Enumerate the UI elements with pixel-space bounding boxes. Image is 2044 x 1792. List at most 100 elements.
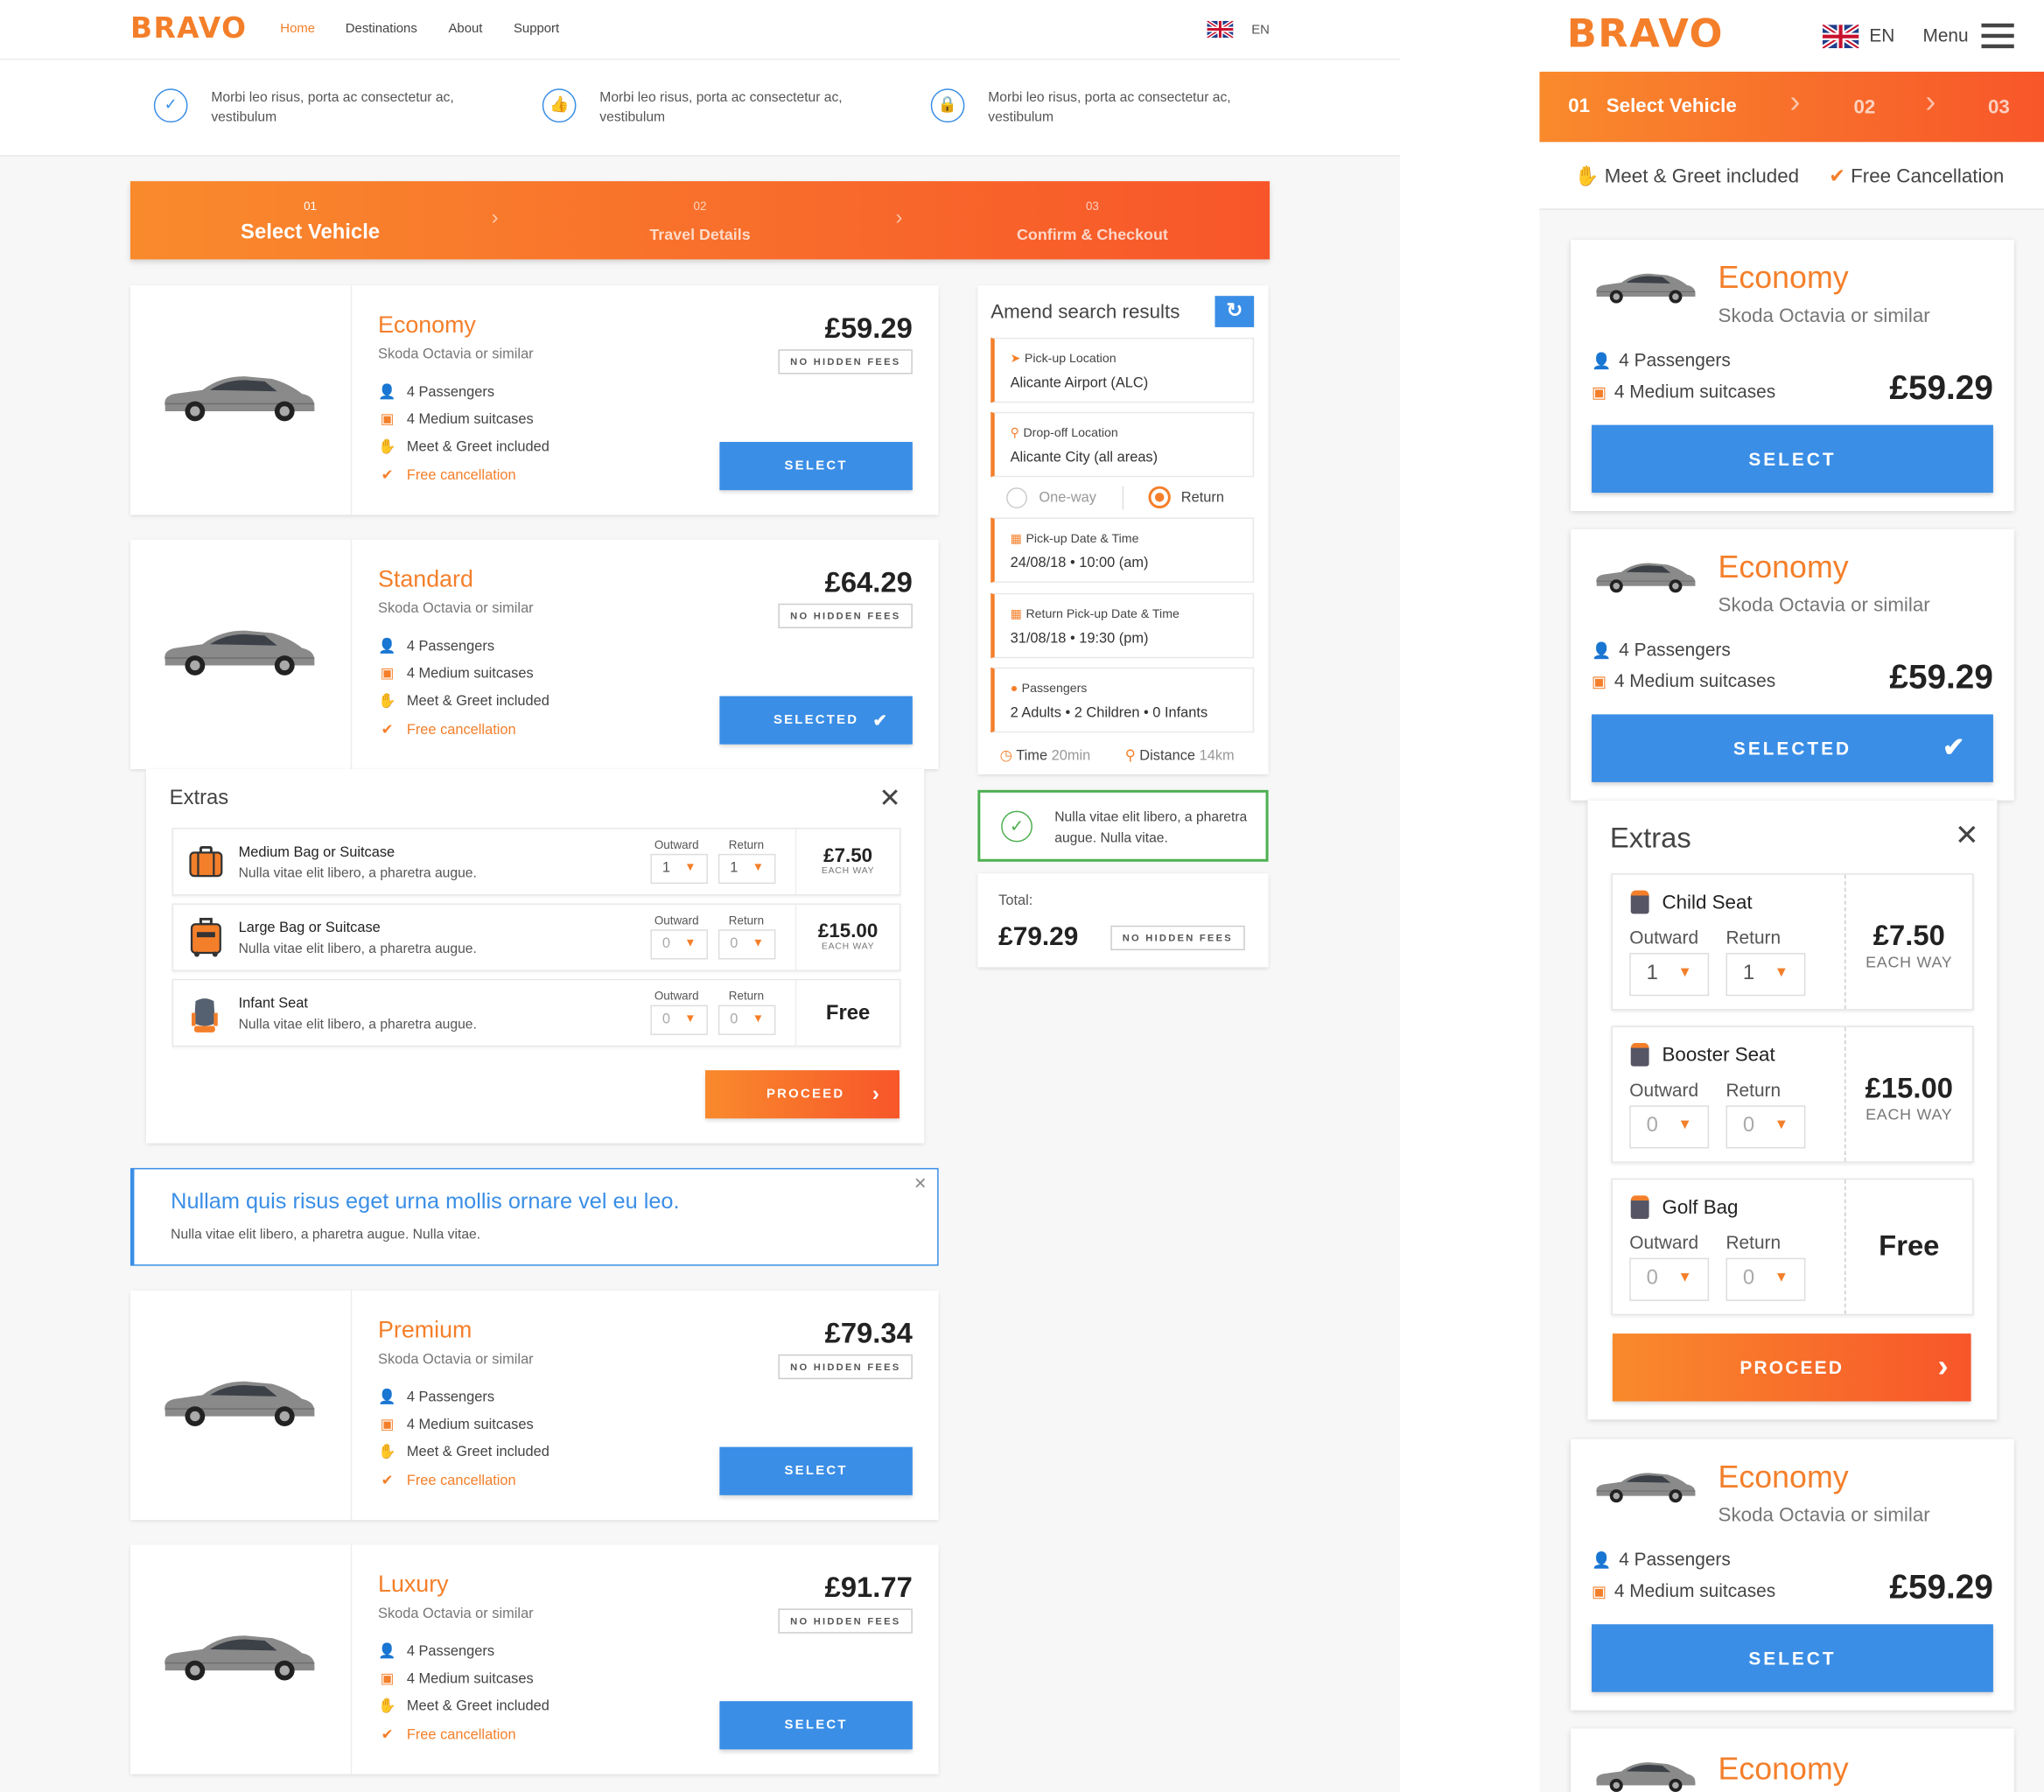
pax-value: 2 Adults • 2 Children • 0 Infants	[1010, 704, 1208, 721]
oneway-radio[interactable]	[1006, 487, 1027, 509]
selected-button[interactable]: SELECTED ✔	[1592, 714, 1993, 782]
divider	[350, 1544, 353, 1774]
uk-flag-icon[interactable]	[1207, 20, 1234, 38]
return-select[interactable]: 0 ▼	[1726, 1257, 1806, 1301]
select-button[interactable]: SELECT	[719, 1446, 913, 1495]
selected-button[interactable]: SELECTED ✔	[719, 696, 913, 745]
return-radio[interactable]	[1148, 486, 1171, 509]
chevron-right-icon: ›	[1937, 1348, 1950, 1385]
step-number[interactable]: 03	[1988, 96, 2010, 118]
return-select[interactable]: 0 ▼	[718, 1004, 776, 1035]
extra-price: Free	[1879, 1228, 1940, 1263]
select-button[interactable]: SELECT	[1592, 1624, 1993, 1692]
select-value: 0	[1742, 1114, 1755, 1138]
person-icon: 👤	[378, 1643, 396, 1660]
outward-select[interactable]: 0 ▼	[1629, 1257, 1710, 1301]
feature-text: 4 Medium suitcases	[406, 1670, 534, 1687]
return-select[interactable]: 1 ▼	[1726, 953, 1806, 997]
step-number[interactable]: 02	[1853, 96, 1875, 118]
check-icon: ✔	[872, 710, 890, 731]
trip-time: ◷ Time 20min	[1000, 747, 1091, 764]
nav-home[interactable]: Home	[280, 22, 315, 36]
badge-text: Free Cancellation	[1851, 165, 2005, 188]
close-icon[interactable]: ✕	[914, 1174, 927, 1193]
hamburger-icon[interactable]	[1981, 23, 2014, 49]
outward-select[interactable]: 1 ▼	[1629, 953, 1710, 997]
button-label: SELECTED	[1732, 738, 1852, 760]
vehicle-class: Economy	[1718, 550, 1849, 585]
divider	[350, 539, 353, 769]
feature-meet-greet: ✋ Meet & Greet included	[378, 1443, 550, 1460]
feature-free-cancellation: ✔ Free cancellation	[378, 721, 516, 738]
proceed-label: PROCEED	[1740, 1356, 1844, 1378]
passengers-field[interactable]: ● Passengers 2 Adults • 2 Children • 0 In…	[990, 667, 1255, 733]
trip-distance: ⚲ Distance 14km	[1125, 747, 1235, 764]
pickup-location-field[interactable]: ➤ Pick-up Location Alicante Airport (ALC)	[990, 337, 1255, 403]
select-value: 0	[662, 935, 670, 952]
step-confirm-checkout[interactable]: Confirm & Checkout	[962, 226, 1222, 244]
step-select-vehicle[interactable]: Select Vehicle	[180, 221, 441, 245]
feature-text: Free cancellation	[406, 1726, 516, 1743]
car-image	[157, 1374, 321, 1429]
outward-select[interactable]: 0 ▼	[1629, 1105, 1710, 1149]
person-icon: ●	[1010, 682, 1018, 696]
mobile-header: BRAVO EN Menu	[1539, 0, 2044, 72]
outward-select[interactable]: 0 ▼	[650, 1004, 708, 1035]
pickup-datetime-field[interactable]: ▦ Pick-up Date & Time 24/08/18 • 10:00 (a…	[990, 517, 1255, 583]
hand-icon: ✋	[378, 693, 396, 710]
select-button[interactable]: SELECT	[719, 442, 913, 491]
car-image	[157, 623, 321, 678]
nav-support[interactable]: Support	[514, 22, 559, 36]
button-label: SELECT	[784, 458, 848, 473]
suitcase-icon: ▣	[380, 1670, 395, 1687]
brand-logo[interactable]: BRAVO	[1567, 11, 1724, 57]
language-selector[interactable]: EN	[1869, 24, 1894, 46]
return-select[interactable]: 1 ▼	[718, 853, 776, 885]
extra-name: Booster Seat	[1662, 1044, 1775, 1067]
return-select[interactable]: 0 ▼	[718, 929, 776, 960]
proceed-button[interactable]: PROCEED ›	[1612, 1334, 1971, 1402]
step-number: 03	[1085, 199, 1099, 213]
nav-destinations[interactable]: Destinations	[346, 22, 417, 36]
uk-flag-icon[interactable]	[1822, 24, 1859, 49]
suitcase-icon	[189, 845, 223, 878]
outward-select[interactable]: 0 ▼	[650, 929, 708, 960]
feature-suitcases: ▣ 4 Medium suitcases	[378, 1670, 534, 1687]
close-icon[interactable]: ✕	[878, 782, 900, 815]
language-selector[interactable]: EN	[1251, 24, 1270, 38]
return-select[interactable]: 0 ▼	[1726, 1105, 1806, 1149]
oneway-label: One-way	[1039, 490, 1096, 507]
brand-logo[interactable]: BRAVO	[130, 13, 247, 46]
dropoff-location-field[interactable]: ⚲ Drop-off Location Alicante City (all ar…	[990, 411, 1255, 478]
return-dt-value: 31/08/18 • 19:30 (pm)	[1010, 631, 1149, 647]
close-icon[interactable]: ✕	[1955, 819, 1978, 853]
menu-label[interactable]: Menu	[1922, 24, 1968, 46]
extra-name: Child Seat	[1662, 892, 1753, 914]
step-label: Select Vehicle	[1606, 94, 1737, 118]
feature-free-cancellation: ✔ Free cancellation	[378, 466, 516, 484]
select-button[interactable]: SELECT	[719, 1701, 913, 1750]
extra-description: Nulla vitae elit libero, a pharetra augu…	[238, 865, 477, 882]
step-select-vehicle[interactable]: 01 Select Vehicle	[1568, 95, 1737, 117]
step-travel-details[interactable]: Travel Details	[570, 226, 830, 244]
feature-meet-greet: ✋ Meet & Greet included	[378, 1698, 550, 1714]
refresh-icon[interactable]: ↻	[1214, 296, 1255, 327]
vehicle-price: £91.77	[824, 1571, 913, 1604]
outward-select[interactable]: 1 ▼	[650, 853, 708, 885]
vehicle-class: Premium	[378, 1316, 472, 1343]
caret-down-icon: ▼	[684, 1012, 696, 1025]
success-message: ✓ Nulla vitae elit libero, a pharetra au…	[977, 789, 1269, 862]
select-button[interactable]: SELECT	[1592, 424, 1993, 494]
extra-large-bag: Large Bag or Suitcase Nulla vitae elit l…	[172, 903, 901, 971]
caret-down-icon: ▼	[1774, 1270, 1789, 1285]
person-icon: 👤	[378, 1390, 396, 1406]
check-circle-icon: ✓	[1001, 810, 1032, 843]
nav-about[interactable]: About	[448, 22, 482, 36]
extra-price: £15.00	[817, 920, 878, 943]
return-datetime-field[interactable]: ▦ Return Pick-up Date & Time 31/08/18 • 1…	[990, 592, 1255, 659]
extras-title: Extras	[1609, 821, 1691, 854]
button-label: SELECT	[784, 1464, 848, 1479]
check-icon: ✔	[381, 467, 394, 484]
price-unit: EACH WAY	[821, 942, 875, 952]
proceed-button[interactable]: PROCEED ›	[704, 1070, 900, 1119]
